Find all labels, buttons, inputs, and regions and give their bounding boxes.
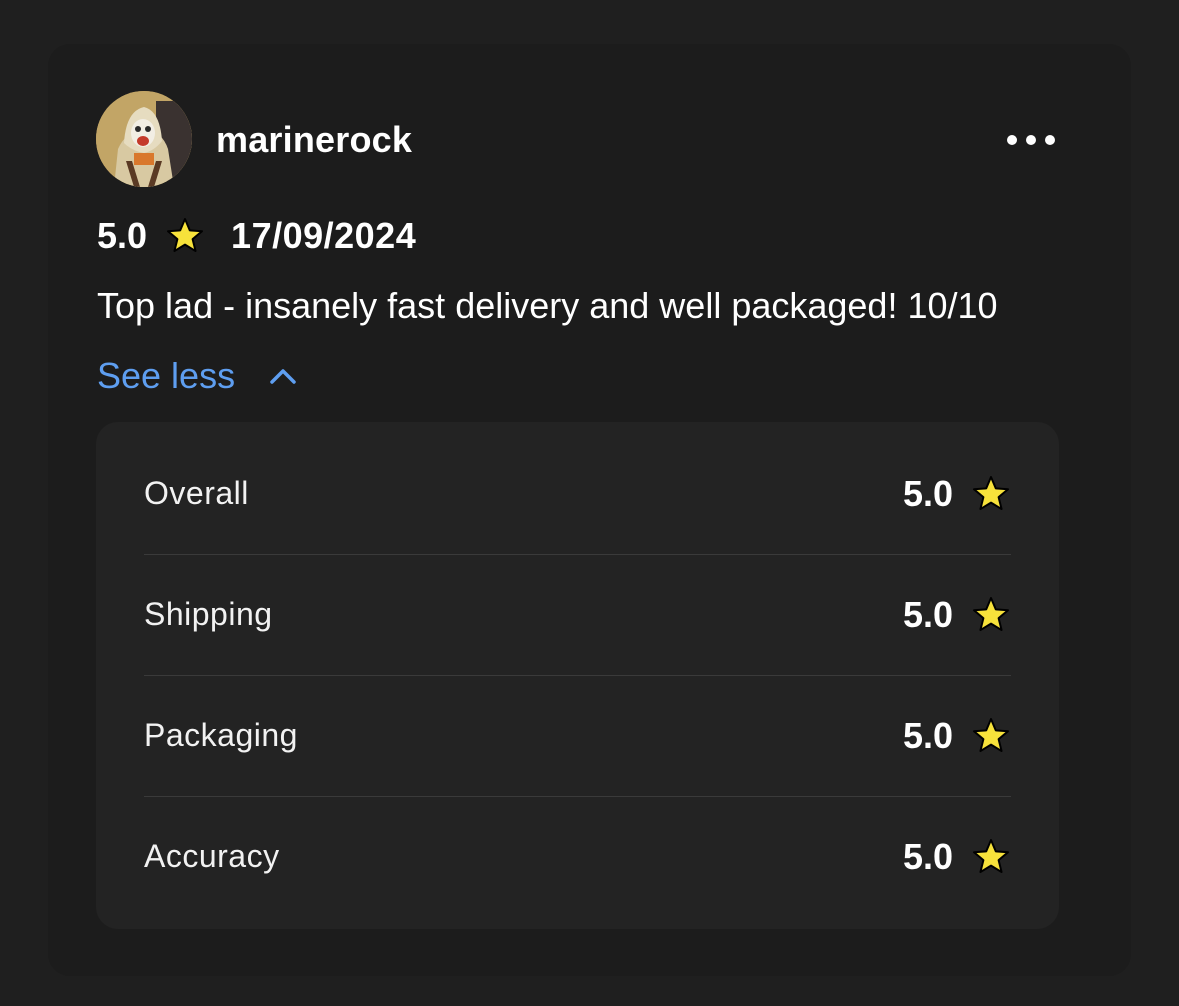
breakdown-value: 5.0 <box>903 473 1011 515</box>
breakdown-score: 5.0 <box>902 714 953 756</box>
star-icon <box>972 596 1010 631</box>
avatar[interactable] <box>96 91 192 187</box>
review-date: 17/09/2024 <box>231 215 417 256</box>
breakdown-score: 5.0 <box>902 593 953 635</box>
breakdown-label: Packaging <box>144 717 298 753</box>
breakdown-row-shipping: Shipping 5.0 <box>144 554 1011 675</box>
breakdown-score: 5.0 <box>902 835 953 877</box>
breakdown-value: 5.0 <box>903 836 1011 878</box>
rating-summary: 5.0 17/09/2024 <box>97 214 416 258</box>
breakdown-label: Shipping <box>144 596 273 632</box>
breakdown-value: 5.0 <box>903 594 1011 636</box>
review-text: Top lad - insanely fast delivery and wel… <box>97 285 998 326</box>
rating-breakdown: Overall 5.0 Shipping 5.0 Packaging 5.0 A… <box>96 422 1059 929</box>
star-icon <box>972 475 1010 510</box>
star-icon <box>972 838 1010 873</box>
avatar-image <box>96 91 192 187</box>
breakdown-row-overall: Overall 5.0 <box>144 433 1011 554</box>
breakdown-value: 5.0 <box>903 715 1011 757</box>
breakdown-row-accuracy: Accuracy 5.0 <box>144 796 1011 917</box>
username[interactable]: marinerock <box>216 118 412 162</box>
more-horizontal-icon <box>1007 135 1055 145</box>
star-icon <box>972 717 1010 752</box>
see-less-label: See less <box>97 355 236 396</box>
see-less-button[interactable]: See less <box>97 354 297 398</box>
breakdown-score: 5.0 <box>902 472 953 514</box>
review-card: marinerock 5.0 17/09/2024 Top lad - insa… <box>48 44 1131 976</box>
star-icon <box>167 217 204 253</box>
breakdown-label: Overall <box>144 475 249 511</box>
rating-score: 5.0 <box>97 215 148 256</box>
more-options-button[interactable] <box>996 118 1066 162</box>
chevron-up-icon <box>269 367 297 385</box>
breakdown-row-packaging: Packaging 5.0 <box>144 675 1011 796</box>
breakdown-label: Accuracy <box>144 838 280 874</box>
